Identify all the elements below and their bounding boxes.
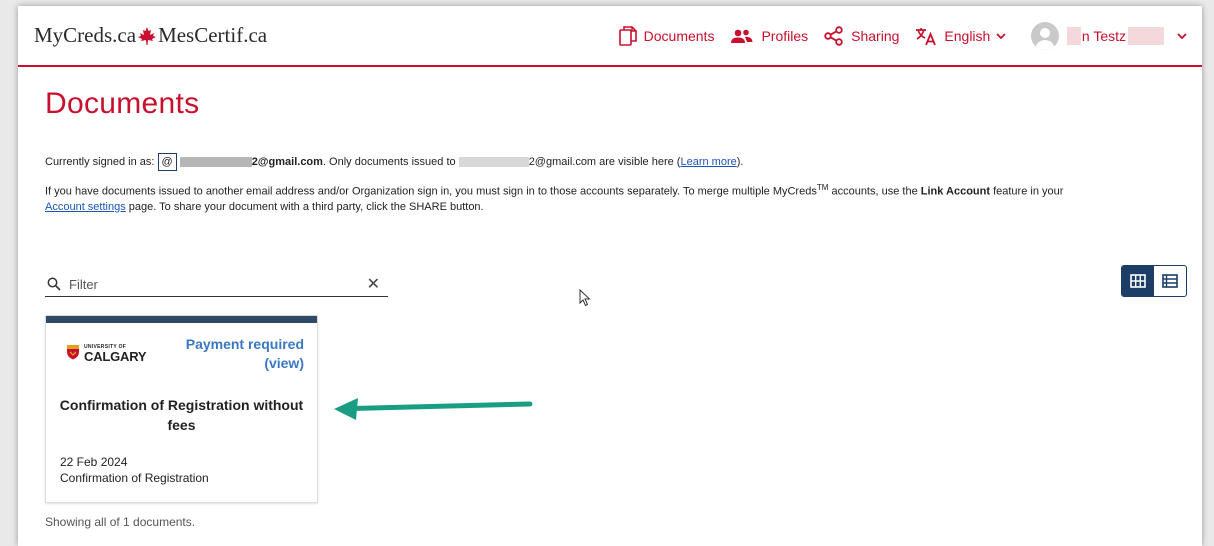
filter-input[interactable] bbox=[67, 275, 361, 293]
document-title-line-2: fees bbox=[167, 417, 196, 433]
username-first: T bbox=[1071, 27, 1080, 44]
browser-window: MyCreds.ca MesCertif.ca Documents Profil… bbox=[18, 6, 1202, 546]
only-docs-suffix: ). bbox=[736, 155, 744, 168]
top-navigation-bar: MyCreds.ca MesCertif.ca Documents Profil… bbox=[18, 6, 1202, 67]
payment-required-link[interactable]: Payment required (view) bbox=[186, 335, 304, 373]
documents-icon bbox=[618, 25, 637, 46]
email-redaction bbox=[179, 157, 252, 167]
merge-tm: TM bbox=[816, 183, 829, 192]
document-title: Confirmation of Registration without fee… bbox=[46, 395, 317, 435]
nav-documents-label: Documents bbox=[643, 27, 715, 44]
document-card[interactable]: UNIVERSITY OF CALGARY Payment required (… bbox=[45, 315, 318, 503]
grid-view-button[interactable] bbox=[1122, 266, 1154, 296]
nav-profiles[interactable]: Profiles bbox=[730, 28, 808, 44]
only-docs-prefix: . Only documents issued to bbox=[322, 155, 456, 168]
nav-sharing[interactable]: Sharing bbox=[824, 25, 900, 46]
avatar-icon[interactable] bbox=[1031, 21, 1060, 50]
merge-line: If you have documents issued to another … bbox=[45, 180, 1202, 215]
nav-documents[interactable]: Documents bbox=[618, 25, 715, 46]
search-icon bbox=[47, 277, 61, 291]
brand-right-text: MesCertif.ca bbox=[158, 23, 268, 47]
avatar-body bbox=[1035, 39, 1056, 50]
results-count: Showing all of 1 documents. bbox=[45, 515, 196, 529]
signed-in-email: 2@gmail.com bbox=[251, 155, 323, 168]
chevron-down-icon bbox=[996, 32, 1006, 39]
language-selector[interactable]: English bbox=[915, 26, 1007, 46]
avatar-head bbox=[1040, 27, 1051, 38]
username-text: n Testz bbox=[1081, 27, 1126, 44]
filter-field: ✕ bbox=[45, 272, 388, 297]
nav-sharing-label: Sharing bbox=[851, 27, 900, 44]
list-view-button[interactable] bbox=[1154, 266, 1186, 296]
signed-in-label: Currently signed in as: bbox=[45, 155, 155, 168]
signin-line: Currently signed in as: @2@gmail.com. On… bbox=[45, 153, 1202, 171]
brand-left-text: MyCreds.ca bbox=[34, 23, 137, 47]
nav-profiles-label: Profiles bbox=[761, 27, 809, 44]
language-label: English bbox=[944, 27, 991, 44]
main-nav: Documents Profiles Sharing English T n T… bbox=[603, 21, 1188, 50]
crest-icon bbox=[67, 345, 79, 360]
document-date: 22 Feb 2024 bbox=[60, 455, 128, 469]
card-top-bar bbox=[46, 316, 317, 323]
link-account-text: Link Account bbox=[920, 185, 991, 198]
learn-more-link[interactable]: Learn more bbox=[680, 156, 736, 168]
list-view-icon bbox=[1162, 274, 1178, 288]
issuer-logo: UNIVERSITY OF CALGARY bbox=[66, 342, 147, 364]
user-chevron-down-icon bbox=[1177, 32, 1187, 39]
payment-line-1: Payment required bbox=[185, 336, 304, 352]
only-docs-email: 2@gmail.com are visible here ( bbox=[528, 155, 681, 168]
grid-view-icon bbox=[1130, 274, 1146, 288]
email-redaction-2 bbox=[458, 157, 529, 167]
document-title-line-1: Confirmation of Registration without bbox=[59, 397, 304, 413]
main-content: Documents Currently signed in as: @2@gma… bbox=[18, 87, 1202, 215]
at-icon: @ bbox=[157, 153, 177, 171]
maple-leaf-icon bbox=[138, 26, 157, 45]
brand-logo[interactable]: MyCreds.ca MesCertif.ca bbox=[34, 23, 267, 48]
username-redaction-right bbox=[1128, 26, 1164, 45]
merge-text-2: accounts, use the bbox=[828, 185, 921, 198]
merge-text-4: page. To share your document with a thir… bbox=[125, 200, 484, 213]
signin-info: Currently signed in as: @2@gmail.com. On… bbox=[45, 153, 1202, 215]
share-icon bbox=[824, 25, 843, 46]
arrow-icon bbox=[334, 398, 533, 420]
page-title: Documents bbox=[45, 87, 200, 120]
payment-line-2: (view) bbox=[264, 355, 304, 371]
user-menu[interactable]: T n Testz bbox=[1067, 26, 1188, 45]
merge-text-1: If you have documents issued to another … bbox=[45, 185, 817, 198]
issuer-name: CALGARY bbox=[84, 349, 147, 364]
account-settings-link[interactable]: Account settings bbox=[45, 201, 126, 213]
profiles-icon bbox=[731, 29, 753, 43]
view-toggle bbox=[1121, 265, 1187, 297]
close-icon[interactable]: ✕ bbox=[367, 274, 380, 294]
cursor-icon bbox=[579, 289, 591, 307]
translate-icon bbox=[916, 27, 937, 45]
document-type: Confirmation of Registration bbox=[60, 471, 209, 485]
merge-text-3: feature in your bbox=[990, 185, 1064, 198]
